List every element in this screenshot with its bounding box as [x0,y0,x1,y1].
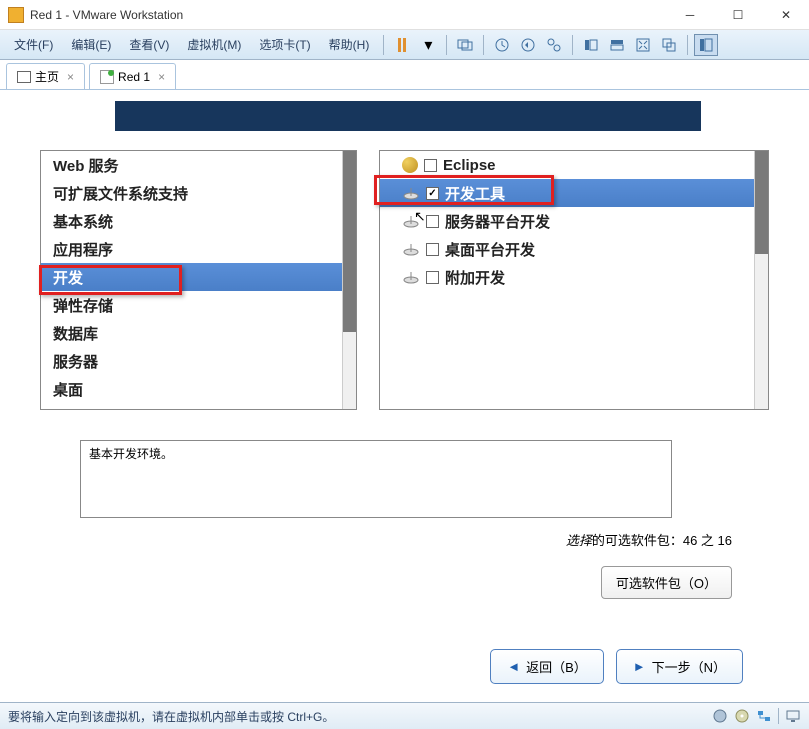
separator [572,35,573,55]
vmware-icon [8,7,24,23]
package-label: 桌面平台开发 [445,239,535,260]
home-icon [17,71,31,83]
unity-icon[interactable] [657,34,681,56]
vm-icon [100,70,114,84]
back-button-label: 返回（B） [526,657,587,676]
next-button-label: 下一步（N） [652,657,726,676]
tab-close-icon[interactable]: × [158,70,165,84]
screen-icon[interactable] [785,708,801,724]
separator [687,35,688,55]
optional-packages-button[interactable]: 可选软件包（O） [601,566,732,599]
description-box: 基本开发环境。 [80,440,672,518]
category-item[interactable]: 弹性存储 [41,291,356,319]
close-button[interactable]: ✕ [771,5,801,25]
category-item-selected[interactable]: 开发 [41,263,356,291]
dropdown-icon[interactable]: ▾ [416,34,440,56]
menu-vm[interactable]: 虚拟机(M) [179,32,249,57]
separator [446,35,447,55]
tab-vm[interactable]: Red 1 × [89,63,176,89]
checkbox[interactable] [424,159,437,172]
category-item[interactable]: 桌面 [41,375,356,403]
package-label: 服务器平台开发 [445,211,550,232]
tab-vm-label: Red 1 [118,70,150,84]
statusbar: 要将输入定向到该虚拟机，请在虚拟机内部单击或按 Ctrl+G。 [0,702,809,729]
scrollbar-thumb[interactable] [755,151,768,254]
maximize-button[interactable]: ☐ [723,5,753,25]
menu-edit[interactable]: 编辑(E) [63,32,119,57]
category-item[interactable]: 服务器 [41,347,356,375]
package-item[interactable]: 服务器平台开发 [380,207,768,235]
installer-banner [115,101,701,131]
network-icon[interactable] [756,708,772,724]
checkbox[interactable] [426,215,439,228]
layout1-icon[interactable] [579,34,603,56]
minimize-button[interactable]: ─ [675,5,705,25]
snapshot-manager-icon[interactable] [542,34,566,56]
category-item[interactable]: 可扩展文件系统支持 [41,179,356,207]
arrow-left-icon: ◄ [507,659,520,674]
tab-home[interactable]: 主页 × [6,63,85,89]
package-icon [402,214,420,228]
package-item[interactable]: 附加开发 [380,263,768,291]
separator [483,35,484,55]
package-panel: Eclipse 开发工具 服务器平台开发 [379,150,769,410]
menubar: 文件(F) 编辑(E) 查看(V) 虚拟机(M) 选项卡(T) 帮助(H) ▾ [0,30,809,60]
scrollbar[interactable] [342,151,356,409]
cdrom-icon[interactable] [734,708,750,724]
package-label: Eclipse [443,157,496,174]
disk-icon[interactable] [712,708,728,724]
titlebar: Red 1 - VMware Workstation ─ ☐ ✕ [0,0,809,30]
eclipse-icon [402,157,418,173]
category-item[interactable]: 数据库 [41,319,356,347]
package-icon [402,270,420,284]
menu-tabs[interactable]: 选项卡(T) [251,32,318,57]
package-label: 附加开发 [445,267,505,288]
checkbox-checked[interactable] [426,187,439,200]
next-button[interactable]: ► 下一步（N） [616,649,743,684]
package-item[interactable]: Eclipse [380,151,768,179]
package-label: 开发工具 [445,183,505,204]
tabs-bar: 主页 × Red 1 × [0,60,809,90]
category-panel: Web 服务 可扩展文件系统支持 基本系统 应用程序 开发 弹性存储 数据库 服… [40,150,357,410]
menu-view[interactable]: 查看(V) [121,32,177,57]
package-item[interactable]: 桌面平台开发 [380,235,768,263]
scrollbar[interactable] [754,151,768,409]
snapshot-icon[interactable] [490,34,514,56]
arrow-right-icon: ► [633,659,646,674]
pause-icon[interactable] [390,34,414,56]
selection-status: 选择的可选软件包：46 之 16 [40,530,769,549]
statusbar-text: 要将输入定向到该虚拟机，请在虚拟机内部单击或按 Ctrl+G。 [8,708,712,725]
category-item[interactable]: 基本系统 [41,207,356,235]
separator [383,35,384,55]
checkbox[interactable] [426,243,439,256]
menu-file[interactable]: 文件(F) [6,32,61,57]
layout2-icon[interactable] [605,34,629,56]
back-button[interactable]: ◄ 返回（B） [490,649,604,684]
category-item[interactable]: 应用程序 [41,235,356,263]
tab-home-label: 主页 [35,68,59,85]
package-icon [402,242,420,256]
window-title: Red 1 - VMware Workstation [30,8,675,22]
fullscreen-icon[interactable] [631,34,655,56]
library-icon[interactable] [694,34,718,56]
checkbox[interactable] [426,271,439,284]
screens-icon[interactable] [453,34,477,56]
snapshot-revert-icon[interactable] [516,34,540,56]
tab-close-icon[interactable]: × [67,70,74,84]
package-icon [402,186,420,200]
scrollbar-thumb[interactable] [343,151,356,332]
category-item[interactable]: Web 服务 [41,151,356,179]
package-item-selected[interactable]: 开发工具 [380,179,768,207]
vm-content[interactable]: Web 服务 可扩展文件系统支持 基本系统 应用程序 开发 弹性存储 数据库 服… [0,90,809,702]
menu-help[interactable]: 帮助(H) [321,32,378,57]
